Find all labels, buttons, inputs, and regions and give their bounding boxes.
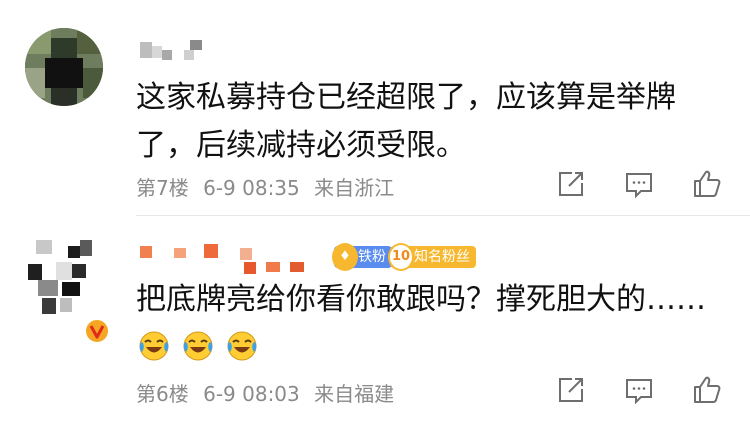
- comment-text-line-1: 把底牌亮给你看你敢跟吗？撑死胆大的……: [136, 282, 706, 317]
- pixelated-orange-username-icon[interactable]: [140, 240, 310, 274]
- comment-floor-6: ♦ 铁粉 10 知名粉丝 把底牌亮给你看你敢跟吗？撑死胆大的…… 第6楼 6-9…: [0, 216, 750, 435]
- timestamp: 6-9 08:03: [203, 382, 300, 406]
- comment-meta: 第6楼 6-9 08:03 来自福建: [136, 378, 402, 407]
- comment-actions: [556, 169, 722, 199]
- comment-actions: [556, 375, 722, 405]
- crying-laughing-face-icon: [183, 331, 213, 361]
- timestamp: 6-9 08:35: [203, 176, 300, 200]
- location-label: 来自福建: [314, 382, 395, 406]
- pixelated-avatar-icon: [25, 28, 103, 106]
- crying-laughing-face-icon: [139, 331, 169, 361]
- level-badge-icon: 10: [388, 243, 414, 271]
- comment-meta: 第7楼 6-9 08:35 来自浙江: [136, 172, 402, 201]
- comment-icon[interactable]: [624, 375, 654, 405]
- comment-floor-7: 这家私募持仓已经超限了，应该算是举牌 了，后续减持必须受限。 第7楼 6-9 0…: [0, 0, 750, 214]
- fire-icon: ♦: [332, 243, 358, 271]
- pixelated-username-icon[interactable]: [140, 38, 220, 62]
- comment-text-line-2: 了，后续减持必须受限。: [136, 128, 466, 163]
- share-icon[interactable]: [556, 169, 586, 199]
- like-icon[interactable]: [692, 169, 722, 199]
- iron-fan-badge[interactable]: ♦ 铁粉: [332, 243, 392, 271]
- comment-icon[interactable]: [624, 169, 654, 199]
- badge-label: 铁粉: [358, 249, 386, 265]
- avatar[interactable]: [25, 28, 103, 106]
- famous-fan-badge[interactable]: 10 知名粉丝: [388, 243, 476, 271]
- avatar[interactable]: [28, 240, 110, 344]
- v-verified-badge-icon: [84, 318, 110, 344]
- emoji-row: [138, 330, 268, 364]
- crying-laughing-face-icon: [227, 331, 257, 361]
- floor-label: 第6楼: [136, 382, 189, 406]
- location-label: 来自浙江: [314, 176, 395, 200]
- badge-label: 知名粉丝: [414, 249, 470, 265]
- comment-text-line-1: 这家私募持仓已经超限了，应该算是举牌: [136, 80, 676, 115]
- pixelated-avatar-icon: [28, 240, 92, 314]
- share-icon[interactable]: [556, 375, 586, 405]
- like-icon[interactable]: [692, 375, 722, 405]
- floor-label: 第7楼: [136, 176, 189, 200]
